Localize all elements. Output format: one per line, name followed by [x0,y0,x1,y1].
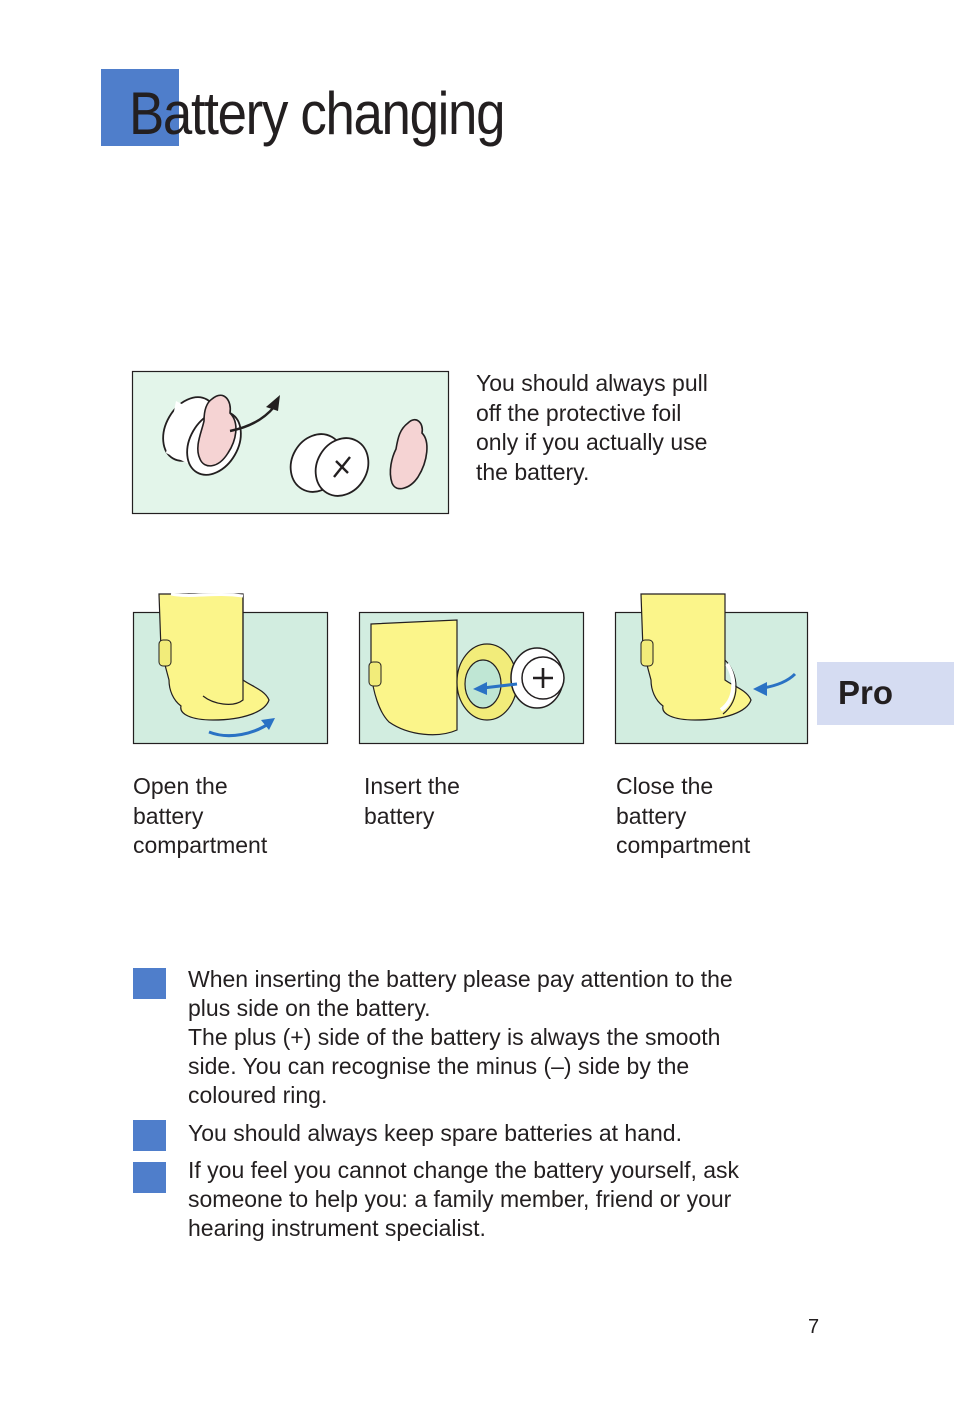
foil-caption: You should always pull off the protectiv… [476,369,708,487]
caption-line: You should always pull [476,370,708,396]
caption-line: Close the [616,773,714,799]
bullet-marker [133,968,166,999]
close-compartment-illustration [614,590,810,745]
page-number: 7 [808,1316,820,1338]
bullet-line: coloured ring. [188,1082,328,1108]
bullet-line: The plus (+) side of the battery is alwa… [188,1024,721,1050]
section-tab-label: Pro [838,674,894,711]
caption-line: battery [133,802,204,829]
bullet-line: If you feel you cannot change the batter… [188,1157,740,1183]
caption-line: Insert the [364,773,460,799]
bullet-text: You should always keep spare batteries a… [188,1119,682,1148]
page-title: Battery changing [129,80,505,147]
bullet-marker [133,1162,166,1193]
bullet-line: hearing instrument specialist. [188,1215,486,1241]
bullet-line: someone to help you: a family member, fr… [188,1186,732,1212]
caption-line: the battery. [476,458,590,485]
bullet-marker [133,1120,166,1151]
caption-line: off the protective foil [476,399,682,426]
bullet-line: You should always keep spare batteries a… [188,1120,682,1146]
caption-line: only if you actually use [476,429,708,455]
battery-foil-removal-illustration [131,370,450,515]
step-caption-open: Open the battery compartment [133,772,267,861]
bullet-line: When inserting the battery please pay at… [188,966,733,992]
step-caption-close: Close the battery compartment [616,772,750,861]
caption-line: Open the [133,773,228,799]
caption-line: battery [364,802,435,829]
open-compartment-illustration [132,590,329,745]
bullet-text: When inserting the battery please pay at… [188,965,733,1110]
bullet-line: side. You can recognise the minus (–) si… [188,1053,690,1079]
caption-line: compartment [133,832,268,858]
bullet-text: If you feel you cannot change the batter… [188,1156,739,1243]
bullet-line: plus side on the battery. [188,995,431,1021]
step-caption-insert: Insert the battery [364,772,460,831]
insert-battery-illustration [358,611,585,745]
caption-line: battery [616,802,687,829]
caption-line: compartment [616,832,751,858]
